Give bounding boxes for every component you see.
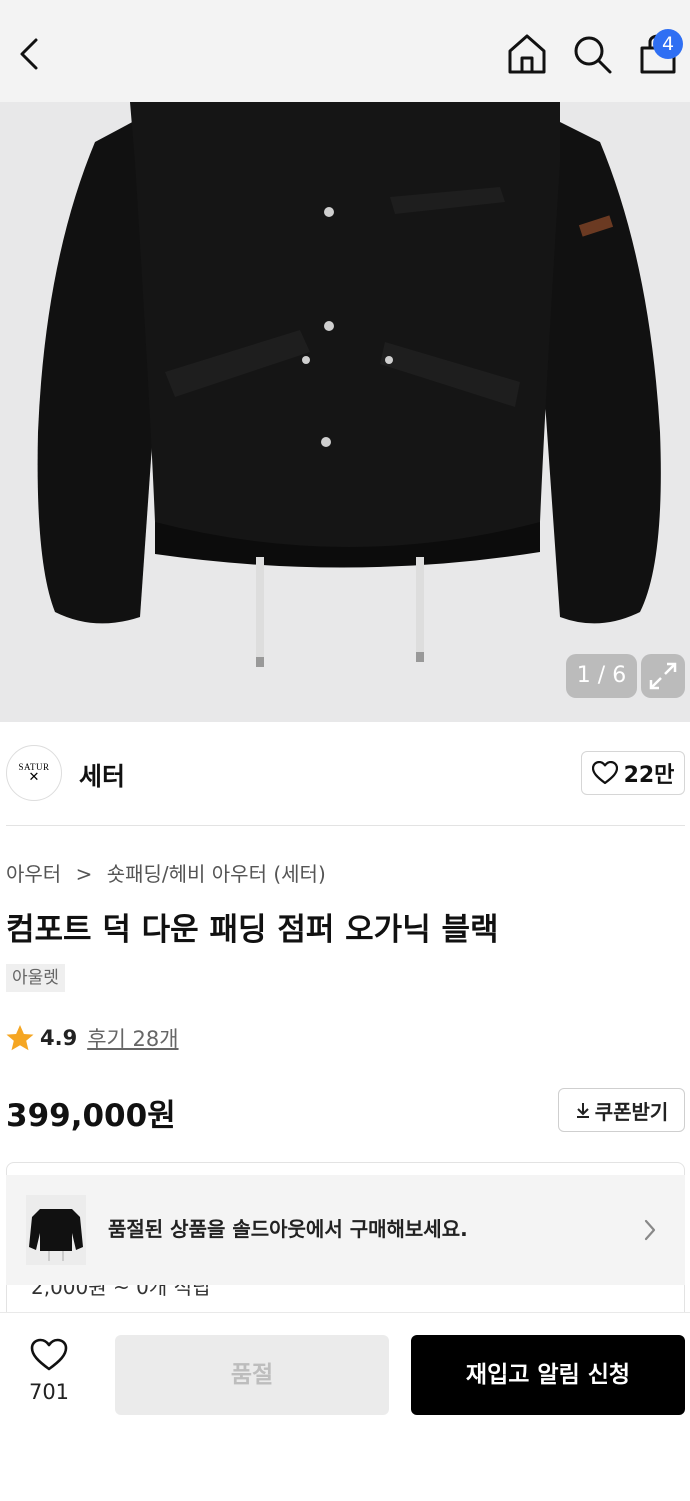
soldout-button: 품절	[115, 1335, 389, 1415]
banner-thumbnail	[26, 1195, 86, 1265]
breadcrumb-category[interactable]: 아우터	[6, 862, 61, 886]
search-icon	[574, 36, 612, 74]
back-button[interactable]	[6, 30, 52, 78]
heart-icon	[591, 761, 618, 785]
heart-outline-icon	[30, 1338, 68, 1371]
breadcrumb-subcategory[interactable]: 숏패딩/헤비 아우터 (세터)	[107, 862, 326, 886]
restock-alert-button[interactable]: 재입고 알림 신청	[411, 1335, 685, 1415]
soldout-marketplace-banner[interactable]: 품절된 상품을 솔드아웃에서 구매해보세요.	[6, 1175, 685, 1285]
rating-value: 4.9	[40, 1026, 78, 1050]
divider	[6, 825, 685, 826]
outlet-tag: 아울렛	[6, 964, 65, 992]
review-link[interactable]: 후기 28개	[87, 1023, 178, 1053]
search-button[interactable]	[568, 30, 616, 78]
brand-logo-mark: ✕	[28, 770, 40, 785]
brand-like-count: 22만	[623, 763, 675, 788]
jacket-thumbnail	[26, 1195, 86, 1265]
chevron-left-icon	[20, 38, 38, 70]
home-icon	[508, 34, 546, 74]
coupon-label: 쿠폰받기	[594, 1099, 669, 1124]
expand-image-button[interactable]	[641, 654, 685, 698]
banner-text: 품절된 상품을 솔드아웃에서 구매해보세요.	[108, 1217, 468, 1241]
breadcrumb-separator: >	[75, 862, 93, 886]
product-price: 399,000원	[6, 1098, 176, 1134]
breadcrumb: 아우터 > 숏패딩/헤비 아우터 (세터)	[6, 858, 326, 887]
cart-count-badge: 4	[653, 29, 683, 59]
wishlist-button[interactable]: 701	[14, 1336, 84, 1416]
brand-name[interactable]: 세터	[79, 757, 125, 793]
star-icon	[6, 1025, 34, 1051]
download-icon	[576, 1103, 589, 1118]
jacket-photo	[0, 102, 690, 722]
product-image[interactable]	[0, 102, 690, 722]
chevron-right-icon	[644, 1219, 656, 1241]
image-counter: 1 / 6	[566, 654, 637, 698]
rating-row: 4.9 후기 28개	[6, 1022, 179, 1054]
product-title: 컴포트 덕 다운 패딩 점퍼 오가닉 블랙	[6, 912, 499, 948]
home-button[interactable]	[503, 30, 551, 78]
brand-like-button[interactable]: 22만	[581, 751, 685, 795]
coupon-button[interactable]: 쿠폰받기	[558, 1088, 685, 1132]
expand-icon	[649, 662, 677, 690]
brand-logo[interactable]: SATUR ✕	[6, 745, 62, 801]
wishlist-count: 701	[28, 1380, 70, 1404]
